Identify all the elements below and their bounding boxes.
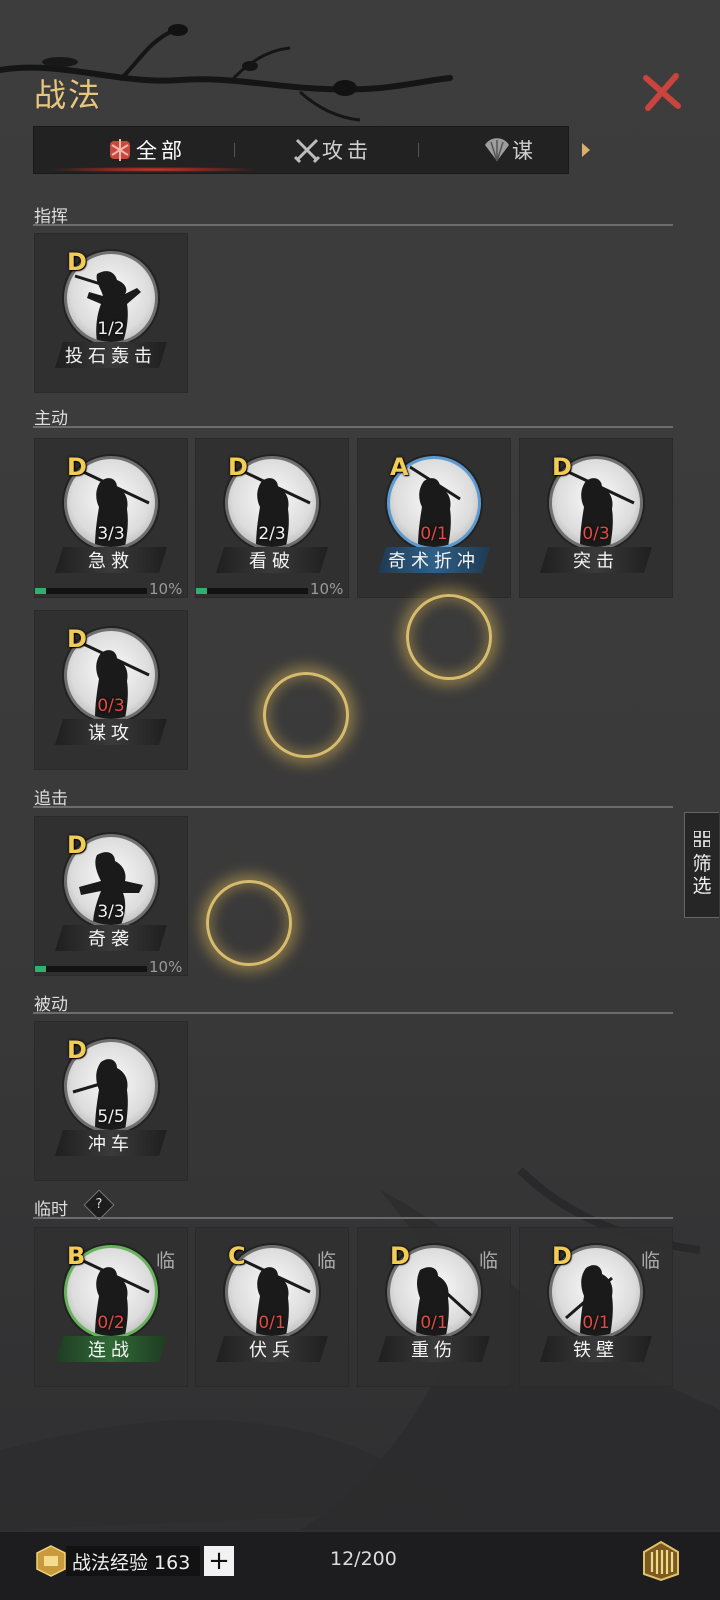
tactic-name: 谋攻	[55, 719, 167, 745]
temporary-tag: 临	[640, 1250, 660, 1272]
tab-divider	[418, 143, 419, 157]
grade-label: D	[67, 453, 87, 481]
tactic-name: 奇袭	[55, 925, 167, 951]
tab-strategy-label: 谋	[512, 139, 537, 163]
count-label: 0/1	[420, 1313, 448, 1333]
count-label: 1/2	[97, 319, 125, 339]
tab-all-label: 全部	[136, 139, 186, 163]
glow-ring-decoration	[263, 672, 349, 758]
count-label: 0/1	[420, 524, 448, 544]
grade-label: B	[67, 1242, 86, 1270]
category-tabs: 全部 攻击 谋	[33, 126, 590, 174]
tactic-card-s1[interactable]: D 5/5 冲车	[34, 1021, 188, 1181]
progress-percent: 10%	[149, 958, 183, 976]
help-icon: ?	[95, 1197, 103, 1212]
count-label: 0/3	[582, 524, 610, 544]
glow-ring-decoration	[206, 880, 292, 966]
tabs-more-arrow-icon[interactable]	[582, 143, 590, 157]
glow-ring-decoration	[406, 594, 492, 680]
grade-label: C	[228, 1242, 246, 1270]
tactic-card-a1[interactable]: D 3/3 急救 10%	[34, 438, 188, 598]
gate-icon[interactable]	[640, 1540, 682, 1582]
tactic-card-p1[interactable]: D 3/3 奇袭 10%	[34, 816, 188, 976]
temporary-tag: 临	[155, 1250, 175, 1272]
tactic-card-t2[interactable]: C 临 0/1 伏兵	[195, 1227, 349, 1387]
count-label: 0/1	[582, 1313, 610, 1333]
count-label: 3/3	[97, 524, 125, 544]
grid-icon	[694, 831, 710, 847]
tactic-name: 奇术折冲	[378, 547, 490, 573]
grade-label: D	[67, 248, 87, 276]
crossed-swords-icon	[293, 138, 321, 164]
count-label: 0/1	[258, 1313, 286, 1333]
tactic-name: 铁壁	[540, 1336, 652, 1362]
count-label: 2/3	[258, 524, 286, 544]
tactic-card-a5[interactable]: D 0/3 谋攻	[34, 610, 188, 770]
count-label: 3/3	[97, 902, 125, 922]
grade-label: D	[228, 453, 248, 481]
close-icon[interactable]	[640, 70, 684, 114]
progress-fill	[196, 588, 208, 594]
tactic-card-t3[interactable]: D 临 0/1 重伤	[357, 1227, 511, 1387]
temporary-tag: 临	[316, 1250, 336, 1272]
count-label: 0/3	[97, 696, 125, 716]
fan-icon	[485, 138, 509, 162]
tactic-name: 急救	[55, 547, 167, 573]
progress-bar	[35, 588, 147, 594]
tactic-name: 伏兵	[216, 1336, 328, 1362]
progress-percent: 10%	[310, 580, 344, 598]
tab-attack[interactable]: 攻击	[292, 127, 372, 173]
section-divider	[33, 1012, 673, 1014]
page-title: 战法	[34, 76, 103, 114]
progress-bar	[35, 966, 147, 972]
temporary-tag: 临	[478, 1250, 498, 1272]
section-divider	[33, 1217, 673, 1219]
tactic-card-t4[interactable]: D 临 0/1 铁壁	[519, 1227, 673, 1387]
filter-label: 筛 选	[692, 853, 712, 897]
filter-button[interactable]: 筛 选	[684, 812, 719, 918]
progress-bar	[196, 588, 308, 594]
count-label: 0/2	[97, 1313, 125, 1333]
tactic-name: 冲车	[55, 1130, 167, 1156]
help-button[interactable]: ?	[83, 1189, 115, 1221]
tab-divider	[234, 143, 235, 157]
section-divider	[33, 224, 673, 226]
scroll-bundle-icon	[110, 139, 130, 161]
section-divider	[33, 426, 673, 428]
tactic-name: 连战	[55, 1336, 167, 1362]
grade-label: D	[390, 1242, 410, 1270]
grade-label: D	[67, 625, 87, 653]
tactic-name: 突击	[540, 547, 652, 573]
tactic-card-t1[interactable]: B 临 0/2 连战	[34, 1227, 188, 1387]
grade-label: D	[552, 453, 572, 481]
progress-fill	[35, 966, 47, 972]
grade-label: A	[390, 453, 409, 481]
experience-icon	[36, 1545, 66, 1577]
count-label: 5/5	[97, 1107, 125, 1127]
tactic-capacity: 12/200	[330, 1548, 397, 1570]
tab-attack-label: 攻击	[322, 139, 372, 163]
grade-label: D	[67, 831, 87, 859]
tab-strategy[interactable]: 谋	[482, 127, 537, 173]
progress-fill	[35, 588, 47, 594]
tactic-name: 重伤	[378, 1336, 490, 1362]
grade-label: D	[552, 1242, 572, 1270]
section-divider	[33, 806, 673, 808]
add-experience-button[interactable]: +	[204, 1546, 234, 1576]
tactic-name: 看破	[216, 547, 328, 573]
grade-label: D	[67, 1036, 87, 1064]
tactic-name: 投石轰击	[55, 342, 167, 368]
progress-percent: 10%	[149, 580, 183, 598]
tactic-card-c1[interactable]: D 1/2 投石轰击	[34, 233, 188, 393]
tab-all[interactable]: 全部	[104, 127, 186, 173]
tactic-card-a2[interactable]: D 2/3 看破 10%	[195, 438, 349, 598]
tactic-card-a3[interactable]: A 0/1 奇术折冲	[357, 438, 511, 598]
tactic-experience: 战法经验 163	[66, 1546, 200, 1576]
tactic-card-a4[interactable]: D 0/3 突击	[519, 438, 673, 598]
